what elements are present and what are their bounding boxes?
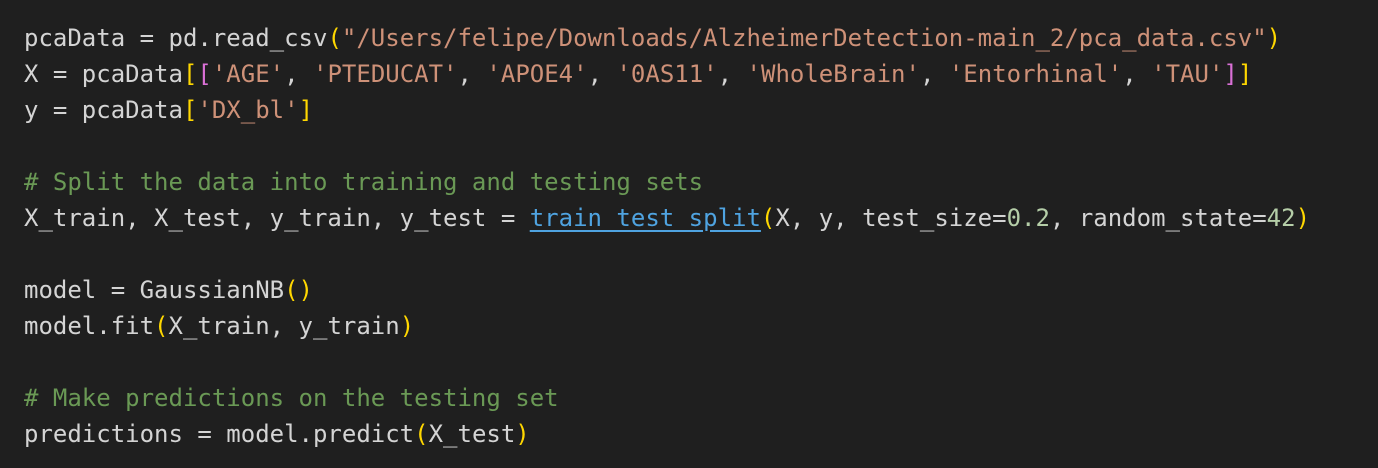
code-token: X_train, y_train [168,312,400,340]
code-line[interactable]: model = GaussianNB() [24,272,1378,308]
code-line[interactable] [24,236,1378,272]
code-token: , [284,60,314,88]
code-line[interactable]: predictions = model.predict(X_test) [24,416,1378,452]
bracket-token: ( [760,204,776,232]
bracket-token: ( [327,24,342,52]
code-token: model = GaussianNB [24,276,285,304]
code-line[interactable] [24,128,1378,164]
bracket-token: ) [399,312,415,340]
code-token: model.fit [24,312,155,340]
code-token: , random_state= [1049,204,1267,232]
string-literal: 'APOE4' [486,60,588,88]
string-literal: 'DX_bl' [197,96,299,124]
function-link[interactable]: train_test_split [530,204,761,232]
code-token: X, y, test_size= [775,204,1007,232]
string-literal: 'Entorhinal' [948,60,1123,88]
bracket-token: ] [1223,60,1238,88]
bracket-token: ) [1295,204,1311,232]
bracket-token: ) [515,420,530,448]
code-token: X = pcaData [24,60,183,88]
code-token: , [919,60,949,88]
string-literal: '0AS11' [616,60,718,88]
code-comment: # Make predictions on the testing set [24,384,559,412]
bracket-token: [ [182,60,198,88]
code-token: predictions = model.predict [24,420,415,448]
code-token: , [1122,60,1152,88]
string-literal: 'WholeBrain' [746,60,920,88]
code-token: , [457,60,487,88]
bracket-token: ] [298,96,314,124]
code-line[interactable] [24,344,1378,380]
code-line[interactable]: pcaData = pd.read_csv("/Users/felipe/Dow… [24,20,1378,56]
string-literal: 'TAU' [1151,60,1224,88]
bracket-token: [ [197,60,212,88]
code-editor[interactable]: pcaData = pd.read_csv("/Users/felipe/Dow… [0,0,1378,468]
code-token: , [587,60,617,88]
code-line[interactable]: # Make predictions on the testing set [24,380,1378,416]
code-token: y = pcaData [24,96,183,124]
code-comment: # Split the data into training and testi… [24,168,704,196]
code-line[interactable]: y = pcaData['DX_bl'] [24,92,1378,128]
code-line[interactable]: X = pcaData[['AGE', 'PTEDUCAT', 'APOE4',… [24,56,1378,92]
number-literal: 0.2 [1006,204,1050,232]
code-token: X_test [428,420,516,448]
string-literal: 'AGE' [211,60,285,88]
bracket-token: ] [1237,60,1253,88]
string-literal: 'PTEDUCAT' [313,60,458,88]
code-token: , [717,60,747,88]
number-literal: 42 [1266,204,1296,232]
code-line[interactable]: # Split the data into training and testi… [24,164,1378,200]
bracket-token: ( [414,420,429,448]
code-line[interactable]: model.fit(X_train, y_train) [24,308,1378,344]
bracket-token: ( [154,312,169,340]
bracket-token: [ [182,96,198,124]
code-token: X_train, X_test, y_train, y_test = [24,204,530,232]
bracket-token: () [284,276,313,304]
string-literal: "/Users/felipe/Downloads/AlzheimerDetect… [341,24,1267,52]
code-token: pcaData = pd.read_csv [24,24,328,52]
bracket-token: ) [1266,24,1282,52]
code-line[interactable]: X_train, X_test, y_train, y_test = train… [24,200,1378,236]
